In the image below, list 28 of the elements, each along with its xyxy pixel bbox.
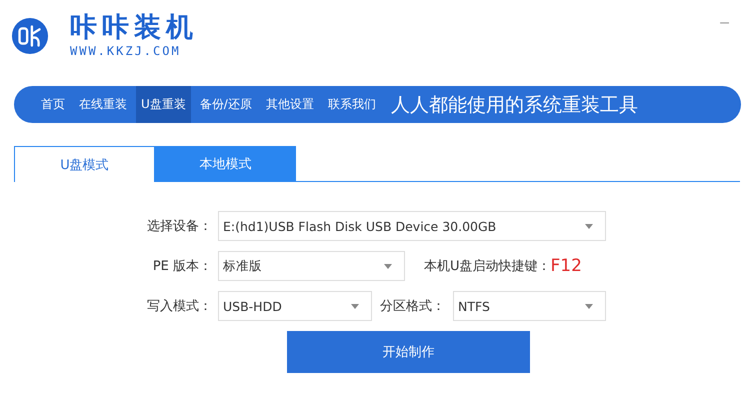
tab[interactable]: U盘模式 xyxy=(14,146,155,182)
partition-format-dropdown[interactable]: NTFS xyxy=(453,291,606,321)
write-mode-dropdown[interactable]: USB-HDD xyxy=(218,291,372,321)
website-url: WWW.KKZJ.COM xyxy=(70,44,182,58)
tab[interactable]: 本地模式 xyxy=(155,146,296,182)
nav-item[interactable]: 联系我们 xyxy=(322,86,381,123)
slogan: 人人都能使用的系统重装工具 xyxy=(390,92,638,118)
field-label: 选择设备： xyxy=(146,218,213,235)
nav-item[interactable]: 首页 xyxy=(36,86,70,123)
field-label: 写入模式： xyxy=(146,298,213,315)
nav-item[interactable]: 备份/还原 xyxy=(194,86,257,123)
caret-icon xyxy=(351,304,359,308)
caret-icon xyxy=(384,264,392,268)
nav-item[interactable]: 其他设置 xyxy=(260,86,319,123)
logo-icon xyxy=(11,17,49,55)
nav-item[interactable]: 在线重装 xyxy=(74,86,132,123)
pe-version-dropdown[interactable]: 标准版 xyxy=(218,251,405,281)
field-label: PE 版本： xyxy=(152,258,213,275)
nav-item[interactable]: U盘重装 xyxy=(136,86,191,123)
caret-icon xyxy=(585,224,593,228)
app-title: 咔咔装机 xyxy=(70,12,198,44)
start-button[interactable]: 开始制作 xyxy=(287,331,530,373)
hotkey-value: F12 xyxy=(550,256,582,276)
minimize-button[interactable]: – xyxy=(716,14,733,32)
device-dropdown[interactable]: E:(hd1)USB Flash Disk USB Device 30.00GB xyxy=(218,211,606,241)
caret-icon xyxy=(585,304,593,308)
field-label: 分区格式： xyxy=(380,298,446,315)
hotkey-label: 本机U盘启动快捷键： xyxy=(424,258,551,275)
